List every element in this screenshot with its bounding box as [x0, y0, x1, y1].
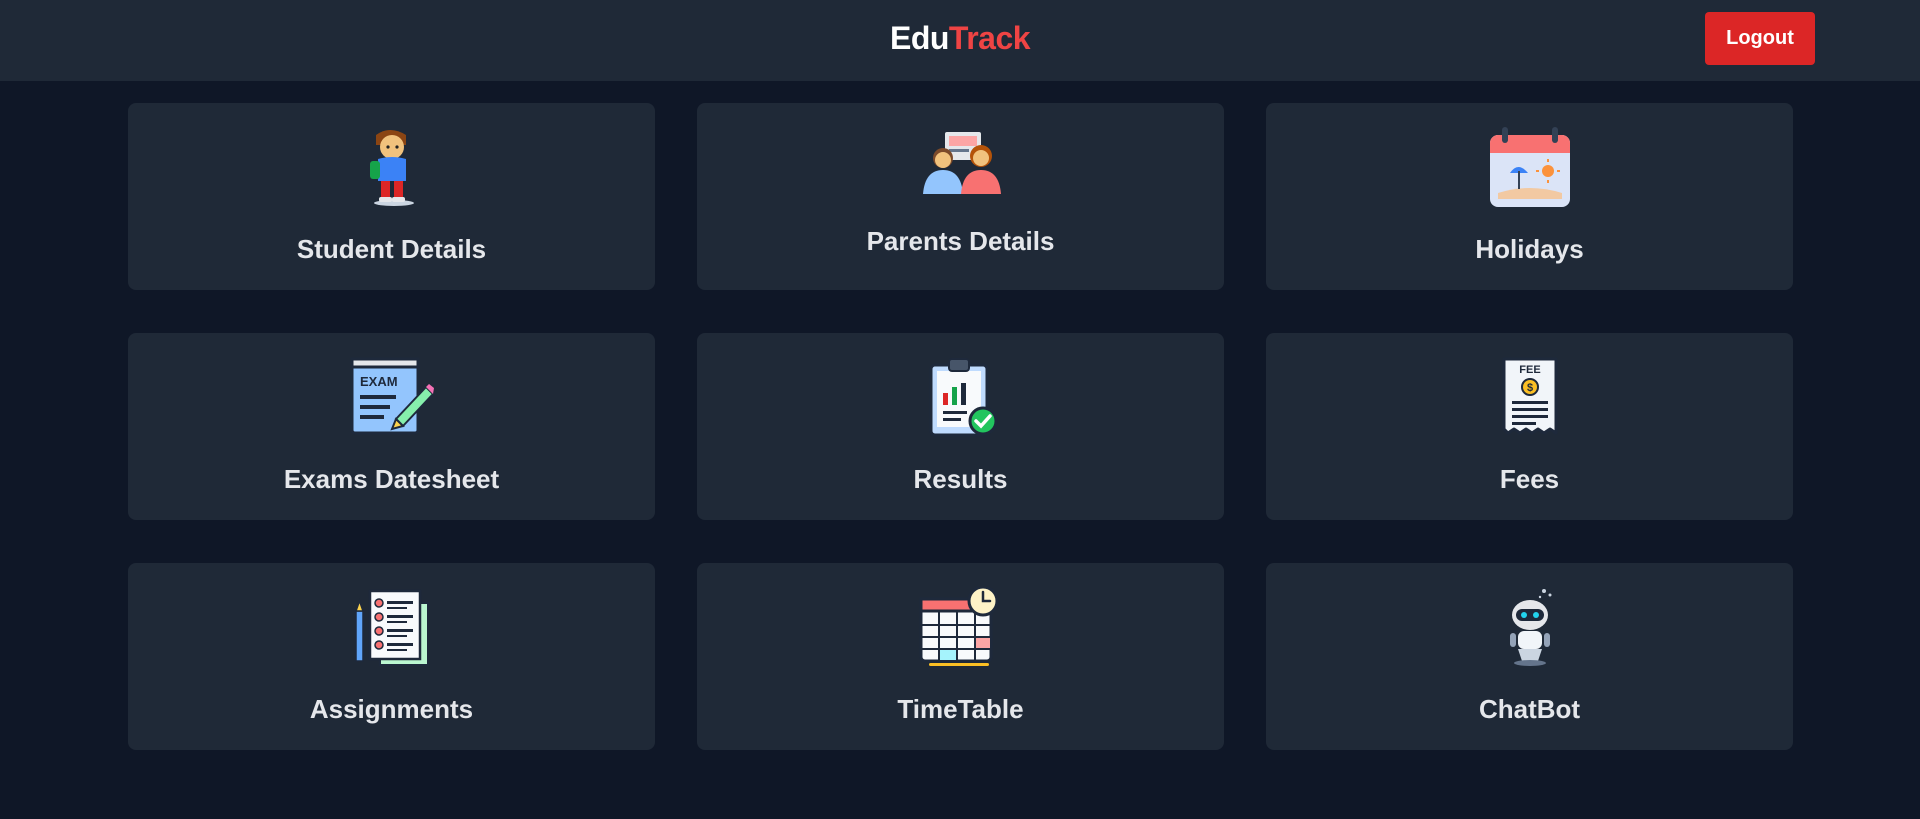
exams-datesheet-card[interactable]: EXAM Exams Datesheet [128, 333, 655, 520]
logo-text-track: Track [948, 20, 1031, 56]
card-label-parents-details: Parents Details [866, 226, 1055, 256]
timetable-icon [919, 587, 998, 666]
fees-card[interactable]: FEE $ Fees [1266, 333, 1793, 520]
card-label-student-details: Student Details [296, 234, 487, 264]
assignment-checklist-icon [354, 589, 429, 666]
card-label-fees: Fees [1499, 464, 1560, 494]
parents-details-card[interactable]: Parents Details [697, 103, 1224, 290]
student-details-card[interactable]: Student Details [128, 103, 655, 290]
card-label-chatbot: ChatBot [1478, 694, 1581, 724]
card-label-holidays: Holidays [1475, 234, 1584, 264]
fee-dollar-symbol: $ [1526, 382, 1532, 394]
parents-icon [922, 132, 1001, 194]
student-icon [369, 130, 414, 206]
assignments-card[interactable]: Assignments [128, 563, 655, 750]
card-label-assignments: Assignments [309, 694, 474, 724]
results-card[interactable]: Results [697, 333, 1224, 520]
chatbot-card[interactable]: ChatBot [1266, 563, 1793, 750]
timetable-card[interactable]: TimeTable [697, 563, 1224, 750]
top-header: EduTrack Logout [0, 0, 1920, 81]
exam-icon: EXAM [350, 357, 434, 435]
logout-button[interactable]: Logout [1705, 12, 1815, 65]
card-label-timetable: TimeTable [897, 694, 1024, 724]
card-label-exams-datesheet: Exams Datesheet [283, 464, 500, 494]
robot-icon [1509, 589, 1551, 666]
holiday-calendar-icon [1489, 127, 1570, 207]
results-clipboard-icon [929, 358, 997, 437]
fee-icon-text: FEE [1519, 364, 1540, 376]
logo-text-edu: Edu [889, 20, 949, 56]
dashboard-grid: Student Details Parents Details Holidays… [128, 103, 1793, 750]
exam-icon-text: EXAM [360, 374, 398, 389]
app-logo[interactable]: EduTrack [0, 18, 1920, 58]
holidays-card[interactable]: Holidays [1266, 103, 1793, 290]
fee-receipt-icon: FEE $ [1502, 357, 1557, 435]
card-label-results: Results [913, 464, 1008, 494]
